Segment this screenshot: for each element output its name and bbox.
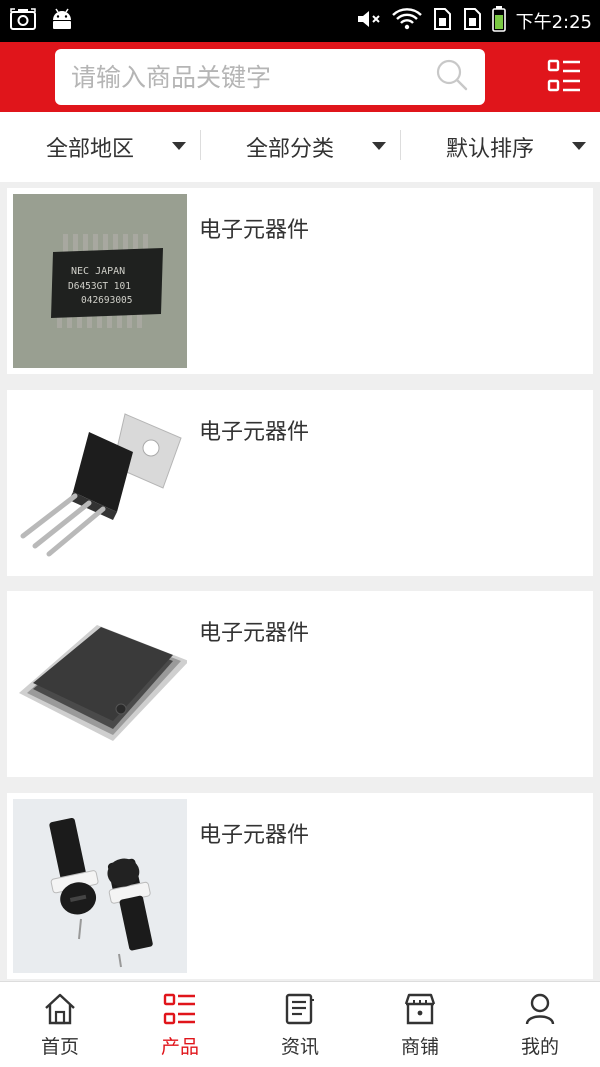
filter-bar: 全部地区 全部分类 默认排序 xyxy=(0,112,600,182)
nav-home[interactable]: 首页 xyxy=(0,982,120,1067)
nav-label: 商铺 xyxy=(400,1036,439,1058)
filter-label: 默认排序 xyxy=(445,137,534,162)
nav-label: 资讯 xyxy=(280,1036,319,1058)
list-menu-icon xyxy=(547,59,580,92)
user-icon xyxy=(525,993,555,1025)
shop-icon xyxy=(404,993,436,1025)
home-icon xyxy=(45,993,75,1025)
product-card[interactable]: 电子元器件 xyxy=(7,591,593,777)
product-title[interactable]: 电子元器件 xyxy=(199,212,309,244)
nav-news[interactable]: 资讯 xyxy=(240,982,360,1067)
filter-region[interactable]: 全部地区 xyxy=(0,112,200,182)
search-icon[interactable] xyxy=(435,58,469,96)
sim2-icon xyxy=(462,7,482,36)
product-list-icon xyxy=(163,993,195,1025)
caret-down-icon xyxy=(372,142,386,150)
status-time: 下午2:25 xyxy=(515,12,592,33)
nav-profile[interactable]: 我的 xyxy=(480,982,600,1067)
screenshot-icon xyxy=(10,8,36,34)
status-bar: 下午2:25 xyxy=(0,0,600,42)
nav-products[interactable]: 产品 xyxy=(120,982,240,1067)
search-input[interactable] xyxy=(71,62,435,92)
product-image-to220-transistor[interactable] xyxy=(13,396,187,570)
nav-label: 首页 xyxy=(40,1036,79,1058)
battery-icon xyxy=(491,5,506,37)
mute-icon xyxy=(356,8,382,35)
product-image-fuse-holder[interactable] xyxy=(13,799,187,973)
product-title[interactable]: 电子元器件 xyxy=(199,615,309,647)
product-card[interactable]: NEC JAPAN D6453GT 101 042693005 电子元器件 xyxy=(7,188,593,374)
caret-down-icon xyxy=(572,142,586,150)
bottom-nav: 首页 产品 资讯 商铺 我的 xyxy=(0,981,600,1067)
nav-label: 产品 xyxy=(160,1036,199,1058)
sim1-icon xyxy=(432,7,452,36)
filter-label: 全部分类 xyxy=(245,137,334,162)
product-card[interactable]: 电子元器件 xyxy=(7,793,593,979)
chip-marking: 042693005 xyxy=(81,295,132,306)
filter-category[interactable]: 全部分类 xyxy=(200,112,400,182)
chip-marking: D6453GT 101 xyxy=(68,281,131,292)
chip-marking: NEC JAPAN xyxy=(71,266,125,277)
wifi-icon xyxy=(391,7,422,35)
news-icon xyxy=(285,993,314,1025)
product-image-qfp-chip[interactable] xyxy=(13,597,187,771)
nav-shop[interactable]: 商铺 xyxy=(360,982,480,1067)
search-box[interactable] xyxy=(55,49,485,105)
filter-label: 全部地区 xyxy=(45,137,134,162)
product-card[interactable]: 电子元器件 xyxy=(7,390,593,576)
app-header xyxy=(0,42,600,112)
product-title[interactable]: 电子元器件 xyxy=(199,414,309,446)
product-title[interactable]: 电子元器件 xyxy=(199,817,309,849)
product-image-soic-chip[interactable]: NEC JAPAN D6453GT 101 042693005 xyxy=(13,194,187,368)
filter-sort[interactable]: 默认排序 xyxy=(400,112,600,182)
nav-label: 我的 xyxy=(520,1036,559,1058)
caret-down-icon xyxy=(172,142,186,150)
category-menu-button[interactable] xyxy=(547,58,583,94)
android-icon xyxy=(50,8,74,34)
